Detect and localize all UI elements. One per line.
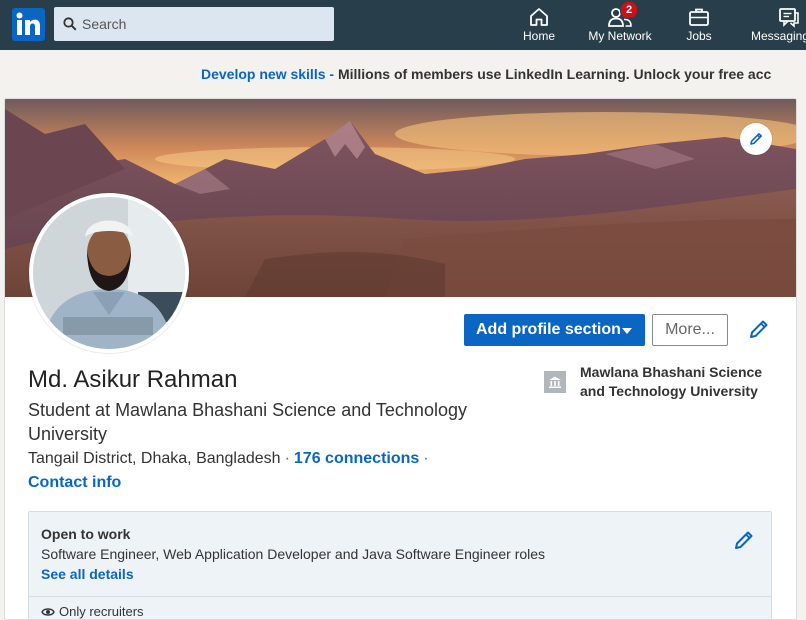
more-button[interactable]: More... xyxy=(652,314,728,346)
edit-banner-button[interactable] xyxy=(740,123,772,155)
messaging-icon xyxy=(779,8,799,28)
promo-link[interactable]: Develop new skills xyxy=(201,66,326,82)
nav-label-home: Home xyxy=(522,29,555,43)
visibility-text: Only recruiters xyxy=(59,604,144,619)
profile-name: Md. Asikur Rahman xyxy=(28,366,238,393)
visibility-row: Only recruiters xyxy=(41,604,144,619)
connections-link[interactable]: 176 connections xyxy=(294,450,419,467)
add-profile-section-button[interactable]: Add profile section xyxy=(464,314,645,346)
divider xyxy=(29,596,771,597)
home-icon xyxy=(530,8,548,26)
profile-photo[interactable] xyxy=(29,193,189,353)
nav-label-my-network: My Network xyxy=(588,29,652,43)
search-input[interactable] xyxy=(82,7,322,41)
search-icon xyxy=(63,17,77,31)
nav-label-jobs: Jobs xyxy=(686,29,712,43)
profile-headline: Student at Mawlana Bhashani Science and … xyxy=(28,400,467,444)
jobs-icon xyxy=(689,8,709,26)
nav-item-jobs[interactable]: Jobs xyxy=(674,0,724,50)
promo-separator: - xyxy=(325,66,338,82)
see-all-details-link[interactable]: See all details xyxy=(41,566,134,582)
search-box[interactable] xyxy=(54,7,334,41)
location-row: Tangail District, Dhaka, Bangladesh · 176 … xyxy=(28,450,433,468)
school-logo[interactable] xyxy=(544,371,566,393)
open-to-work-title: Open to work xyxy=(41,526,131,542)
eye-icon xyxy=(41,608,55,616)
linkedin-logo-icon[interactable] xyxy=(12,8,45,41)
school-name-link[interactable]: Mawlana Bhashani Science and Technology … xyxy=(580,363,770,401)
pencil-icon xyxy=(750,133,762,145)
open-to-work-roles: Software Engineer, Web Application Devel… xyxy=(41,546,546,562)
add-profile-section-label: Add profile section xyxy=(476,321,621,338)
nav-item-my-network[interactable]: 2 My Network xyxy=(585,0,655,50)
separator-dot: · xyxy=(284,450,290,467)
nav-item-home[interactable]: Home xyxy=(514,0,564,50)
notification-badge: 2 xyxy=(620,1,638,19)
profile-card: Add profile section More... Md. Asikur R… xyxy=(4,98,797,620)
profile-location: Tangail District, Dhaka, Bangladesh xyxy=(28,450,281,467)
contact-info-link[interactable]: Contact info xyxy=(28,474,121,492)
edit-intro-pencil-icon[interactable] xyxy=(748,318,770,340)
promo-text: Millions of members use LinkedIn Learnin… xyxy=(337,66,772,82)
global-nav: Home 2 My Network Jobs Messaging xyxy=(0,0,806,50)
promo-banner: Develop new skills - Millions of members… xyxy=(0,50,806,98)
open-to-work-card: Open to work Software Engineer, Web Appl… xyxy=(28,511,772,619)
nav-item-messaging[interactable]: Messaging xyxy=(749,0,806,50)
separator-dot: · xyxy=(423,450,429,467)
caret-down-icon xyxy=(622,328,632,334)
school-icon xyxy=(549,376,561,388)
nav-label-messaging: Messaging xyxy=(751,29,806,43)
avatar-image xyxy=(33,197,185,349)
edit-open-to-work-pencil-icon[interactable] xyxy=(733,529,755,551)
